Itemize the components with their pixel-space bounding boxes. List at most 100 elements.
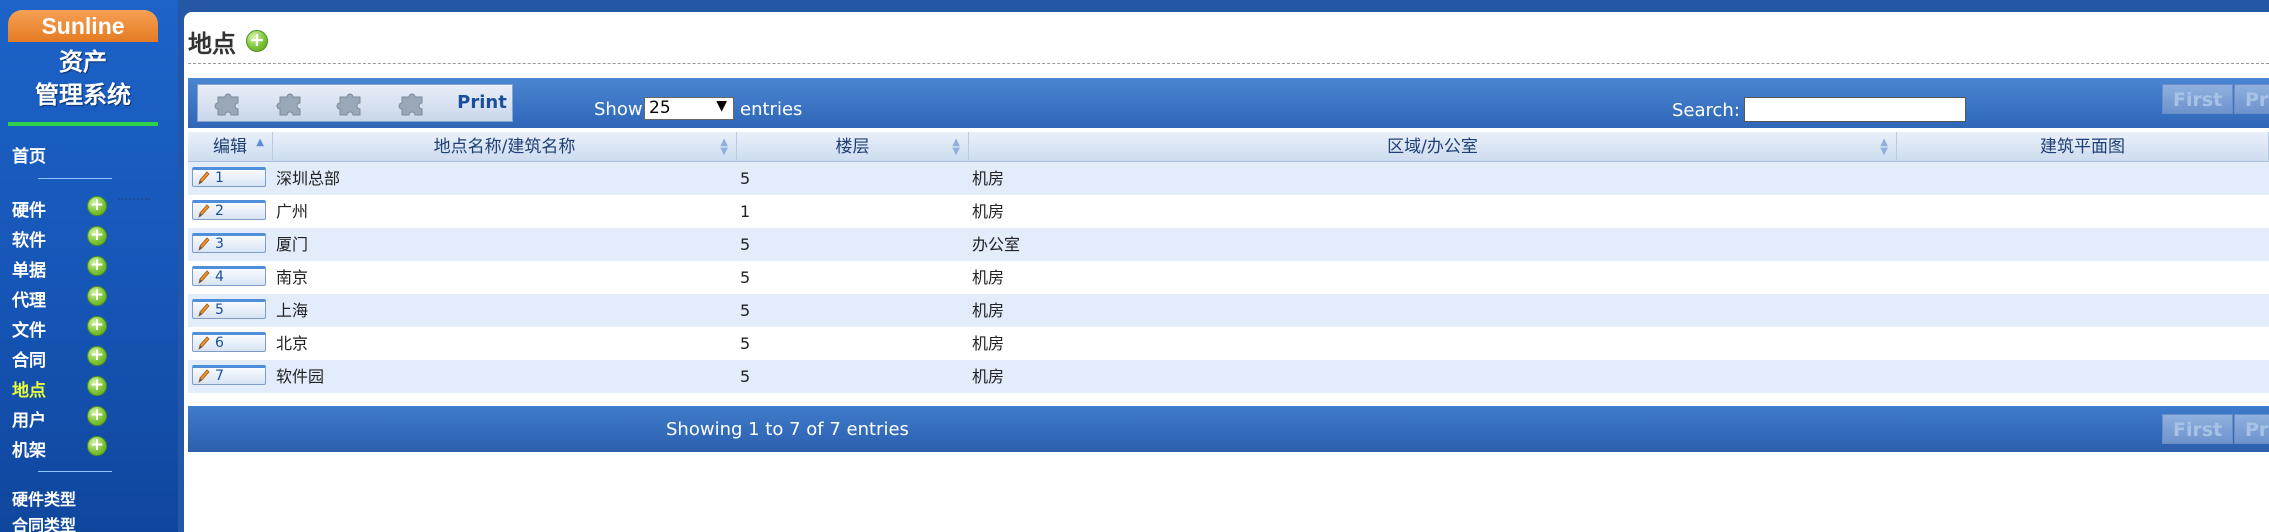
sidebar-item-label[interactable]: 硬件 [12, 196, 46, 221]
add-icon[interactable]: + [87, 376, 107, 396]
sidebar-item-locations[interactable]: 地点 + [0, 372, 178, 402]
add-icon[interactable]: + [87, 196, 107, 216]
table-toolbar: Print Show 25 ▼ entries Search: First Pr… [188, 78, 2269, 128]
system-title-line2: 管理系统 [35, 81, 131, 109]
column-header-name[interactable]: 地点名称/建筑名称 ▲ ▼ [273, 132, 737, 162]
edit-id: 2 [215, 203, 224, 219]
add-icon[interactable]: + [87, 406, 107, 426]
sidebar-item-label[interactable]: 地点 [12, 376, 46, 401]
edit-id: 1 [215, 170, 224, 186]
page-length-value: 25 [649, 98, 671, 118]
column-header-label: 地点名称/建筑名称 [433, 137, 576, 157]
floor-value: 5 [740, 367, 751, 386]
show-label: Show [594, 99, 643, 120]
sidebar-item-racks[interactable]: 机架 + [0, 432, 178, 462]
nav-home-link[interactable]: 首页 [12, 142, 46, 167]
add-location-icon[interactable]: + [246, 30, 268, 52]
area-value: 机房 [972, 334, 1005, 353]
column-header-label: 建筑平面图 [2040, 137, 2125, 157]
sidebar-item-contract-types[interactable]: 合同类型 [12, 512, 76, 532]
add-icon[interactable]: + [87, 436, 107, 456]
first-page-button[interactable]: First [2162, 84, 2234, 114]
edit-id: 7 [215, 368, 224, 384]
search-input[interactable] [1744, 97, 1966, 122]
sidebar-item-label[interactable]: 代理 [12, 286, 46, 311]
page-length-select[interactable]: 25 ▼ [644, 97, 734, 120]
edit-button[interactable]: 3 [192, 233, 266, 253]
puzzle-icon[interactable] [212, 91, 246, 117]
table-row: 4 南京 5 机房 [188, 261, 2269, 294]
table-info: Showing 1 to 7 of 7 entries [666, 419, 909, 440]
edit-button[interactable]: 6 [192, 332, 266, 352]
floor-value: 5 [740, 268, 751, 287]
column-header-floorplan[interactable]: 建筑平面图 [1897, 132, 2269, 162]
sidebar: Sunline 资产 管理系统 首页 硬件 + 软件 + 单据 + 代理 + 文… [0, 0, 178, 532]
page-title: 地点 [188, 30, 236, 58]
sidebar-item-tickets[interactable]: 单据 + [0, 252, 178, 282]
column-header-area[interactable]: 区域/办公室 ▲ ▼ [969, 132, 1897, 162]
sidebar-item-agents[interactable]: 代理 + [0, 282, 178, 312]
location-name: 上海 [276, 301, 309, 320]
table-row: 5 上海 5 机房 [188, 294, 2269, 327]
puzzle-icon[interactable] [274, 91, 308, 117]
edit-id: 6 [215, 335, 224, 351]
pencil-icon [198, 336, 210, 350]
edit-button[interactable]: 1 [192, 167, 266, 187]
column-header-floor[interactable]: 楼层 ▲ ▼ [737, 132, 969, 162]
sidebar-item-users[interactable]: 用户 + [0, 402, 178, 432]
location-name: 北京 [276, 334, 309, 353]
search-label: Search: [1672, 100, 1740, 121]
edit-id: 4 [215, 269, 224, 285]
sidebar-divider [38, 471, 112, 472]
sidebar-item-label[interactable]: 合同 [12, 346, 46, 371]
sidebar-item-software[interactable]: 软件 + [0, 222, 178, 252]
add-icon[interactable]: + [87, 316, 107, 336]
entries-label: entries [740, 99, 803, 120]
puzzle-icon[interactable] [396, 91, 430, 117]
table-footer: Showing 1 to 7 of 7 entries First Pre [188, 406, 2269, 452]
pencil-icon [198, 270, 210, 284]
floor-value: 5 [740, 334, 751, 353]
sidebar-item-contracts[interactable]: 合同 + [0, 342, 178, 372]
sidebar-item-label[interactable]: 软件 [12, 226, 46, 251]
system-title-line1: 资产 [59, 48, 107, 76]
edit-button[interactable]: 2 [192, 200, 266, 220]
previous-page-button[interactable]: Pre [2234, 414, 2269, 444]
sidebar-item-label[interactable]: 单据 [12, 256, 46, 281]
first-page-button[interactable]: First [2162, 414, 2234, 444]
sidebar-item-label[interactable]: 机架 [12, 436, 46, 461]
sidebar-item-label[interactable]: 文件 [12, 316, 46, 341]
edit-button[interactable]: 7 [192, 365, 266, 385]
sidebar-item-hardware-types[interactable]: 硬件类型 [12, 486, 76, 510]
column-header-label: 编辑 [213, 137, 247, 157]
area-value: 机房 [972, 268, 1005, 287]
add-icon[interactable]: + [87, 226, 107, 246]
add-icon[interactable]: + [87, 286, 107, 306]
table-header: 编辑 ▲ 地点名称/建筑名称 ▲ ▼ 楼层 ▲ ▼ 区域/办公室 ▲ ▼ 建筑平面图 [188, 132, 2269, 162]
sidebar-item-files[interactable]: 文件 + [0, 312, 178, 342]
table-row: 1 深圳总部 5 机房 [188, 162, 2269, 195]
edit-id: 3 [215, 236, 224, 252]
edit-button[interactable]: 5 [192, 299, 266, 319]
print-button[interactable]: Print [452, 89, 512, 117]
sidebar-item-label[interactable]: 用户 [12, 406, 46, 431]
floor-value: 5 [740, 235, 751, 254]
title-divider [188, 63, 2269, 64]
sort-icon: ▲ ▼ [720, 137, 728, 157]
pencil-icon [198, 369, 210, 383]
edit-id: 5 [215, 302, 224, 318]
area-value: 机房 [972, 169, 1005, 188]
sidebar-item-hardware[interactable]: 硬件 + [0, 192, 178, 222]
system-title: 资产 管理系统 [8, 46, 158, 112]
edit-button[interactable]: 4 [192, 266, 266, 286]
add-icon[interactable]: + [87, 256, 107, 276]
pencil-icon [198, 204, 210, 218]
location-name: 深圳总部 [276, 169, 341, 188]
previous-page-button[interactable]: Pre [2234, 84, 2269, 114]
pencil-icon [198, 303, 210, 317]
add-icon[interactable]: + [87, 346, 107, 366]
column-header-edit[interactable]: 编辑 ▲ [188, 132, 273, 162]
sort-icon: ▲ ▼ [952, 137, 960, 157]
table-row: 2 广州 1 机房 [188, 195, 2269, 228]
puzzle-icon[interactable] [334, 91, 368, 117]
